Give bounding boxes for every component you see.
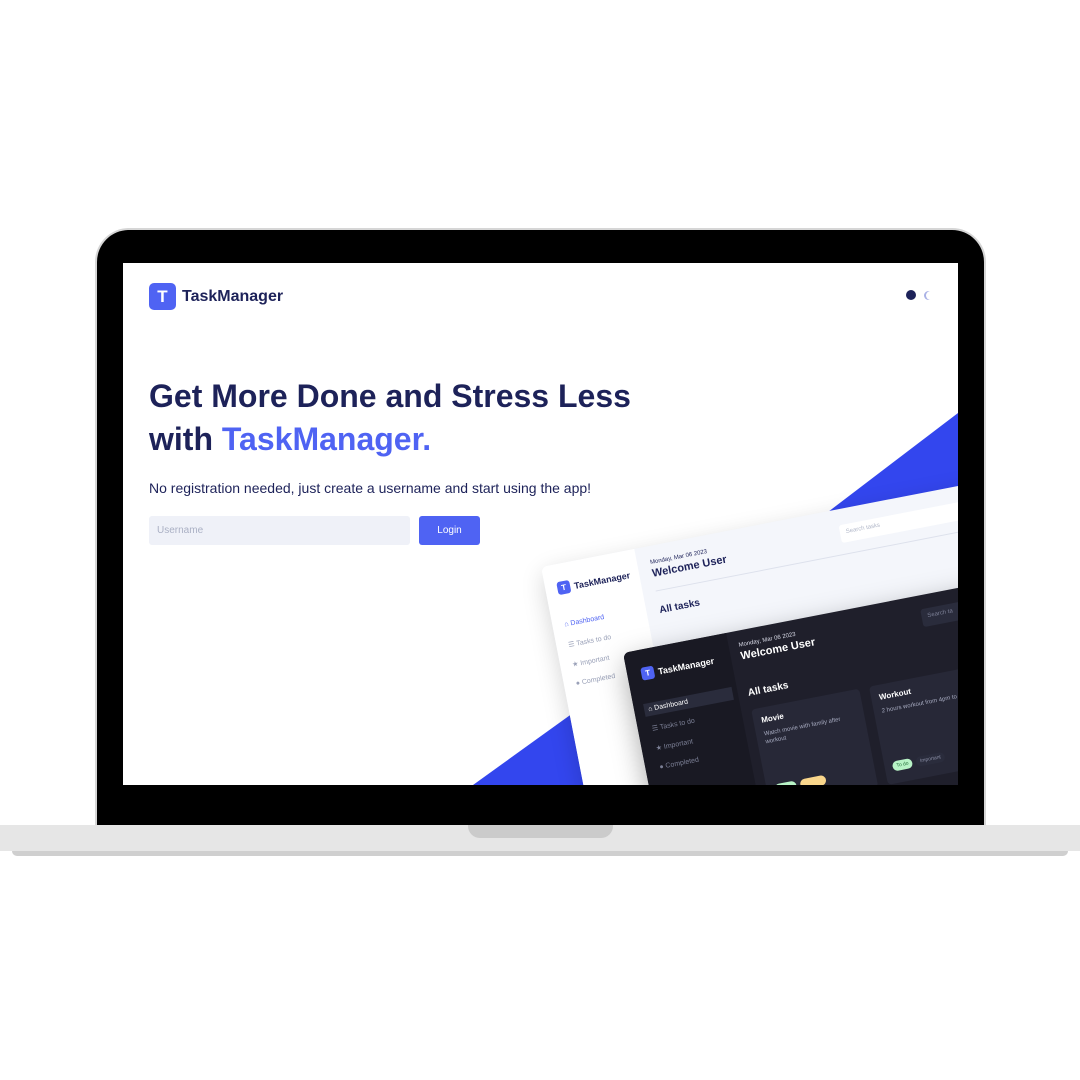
preview-dark-all-tasks: All tasks [746, 680, 790, 699]
preview-dark-nav-tasks: ☰ Tasks to do [651, 717, 696, 733]
theme-toggle[interactable] [906, 289, 936, 301]
preview-light-nav-dashboard: ⌂ Dashboard [563, 613, 605, 629]
app-screen: T TaskManager Get More Done and Stress L… [123, 263, 958, 785]
preview-dark-nav-completed: ● Completed [658, 756, 700, 772]
laptop-notch [468, 825, 613, 838]
headline-line1: Get More Done and Stress Less [149, 378, 631, 414]
preview-dark-logo-badge-icon: T [640, 665, 656, 681]
preview-dark-nav-completed-label: Completed [664, 756, 700, 770]
preview-dark-tag-todo [773, 780, 798, 785]
headline-prefix: with [149, 421, 222, 457]
preview-dark-nav-important: ★ Important [655, 738, 694, 753]
login-button[interactable]: Login [419, 516, 480, 545]
preview-dark-task-card: Movie Watch movie with family after work… [751, 688, 879, 785]
preview-dark-nav-important-label: Important [663, 738, 694, 751]
preview-dark-task-card: Workout 2 hours workout from 4pm to To d… [868, 658, 958, 785]
preview-light-nav-important-label: Important [579, 654, 611, 668]
preview-light-nav-important: ★ Important [571, 654, 611, 669]
headline-accent: TaskManager. [221, 421, 432, 457]
preview-light-nav-completed-label: Completed [581, 672, 616, 687]
preview-light-nav-tasks-label: Tasks to do [575, 633, 612, 648]
preview-dark-logo: T TaskManager [640, 654, 715, 681]
laptop-mockup: T TaskManager Get More Done and Stress L… [0, 0, 1080, 1080]
hero-headline: Get More Done and Stress Less with TaskM… [149, 375, 709, 461]
preview-light-logo: T TaskManager [556, 568, 631, 596]
header-logo[interactable]: T TaskManager [149, 283, 283, 310]
preview-dark-nav-dashboard-label: Dashboard [653, 698, 689, 712]
preview-dark-tag-important [799, 774, 827, 785]
moon-icon [926, 291, 935, 300]
toggle-knob-icon [906, 290, 916, 300]
preview-dark-tag-todo: To do [891, 757, 914, 772]
username-input[interactable] [149, 516, 410, 545]
preview-light-nav-completed: ● Completed [575, 672, 616, 688]
preview-light-logo-badge-icon: T [556, 579, 572, 596]
preview-dark-tag-important: Important [915, 751, 946, 767]
logo-text: TaskManager [182, 287, 284, 305]
preview-light-logo-text: TaskManager [573, 569, 631, 591]
hero-subtitle: No registration needed, just create a us… [149, 480, 592, 496]
preview-dark-logo-text: TaskManager [657, 655, 715, 677]
logo-badge-icon: T [149, 283, 176, 310]
laptop-base-shadow [12, 851, 1068, 856]
preview-light-all-tasks: All tasks [658, 597, 701, 617]
preview-dark-nav-dashboard: ⌂ Dashboard [643, 686, 734, 717]
preview-light-nav-tasks: ☰ Tasks to do [567, 633, 612, 650]
preview-light-nav-dashboard-label: Dashboard [569, 613, 605, 628]
preview-dark-nav-tasks-label: Tasks to do [659, 717, 696, 732]
